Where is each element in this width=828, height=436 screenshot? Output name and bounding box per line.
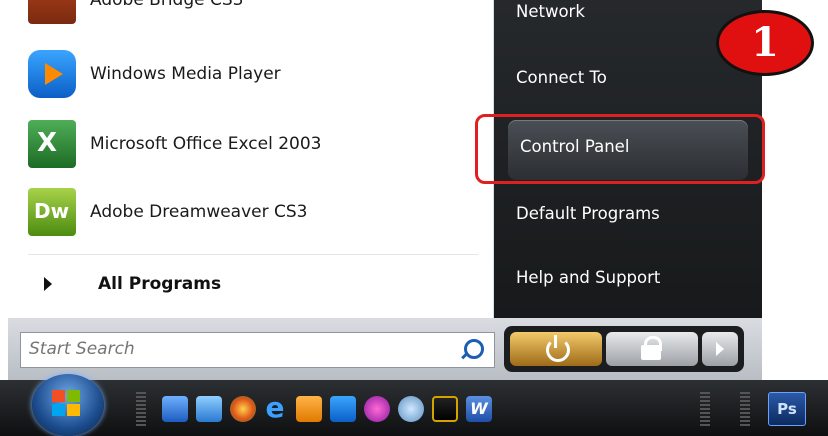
lock-icon <box>641 345 661 360</box>
all-programs-label: All Programs <box>98 274 222 294</box>
switch-windows-icon[interactable] <box>196 396 222 422</box>
search-icon[interactable] <box>464 339 484 359</box>
clock-app-icon[interactable] <box>296 396 322 422</box>
firefox-icon[interactable] <box>230 396 256 422</box>
power-icon <box>546 338 570 362</box>
taskbar-grip[interactable] <box>700 392 710 426</box>
adobe-bridge-icon <box>28 0 76 24</box>
start-orb-button[interactable] <box>32 374 104 436</box>
start-search-box[interactable] <box>20 332 495 368</box>
program-label: Adobe Bridge CS3 <box>90 0 244 10</box>
internet-explorer-icon[interactable]: e <box>262 394 288 422</box>
step-number-badge: 1 <box>716 10 814 76</box>
lock-button[interactable] <box>606 332 698 366</box>
program-label: Microsoft Office Excel 2003 <box>90 134 322 154</box>
menu-item-default-programs[interactable]: Default Programs <box>516 204 660 223</box>
show-desktop-icon[interactable] <box>162 396 188 422</box>
power-button[interactable] <box>510 332 602 366</box>
media-player-taskbar-icon[interactable] <box>330 396 356 422</box>
highlight-box <box>475 114 765 184</box>
dreamweaver-icon: Dw <box>28 188 76 236</box>
media-app-icon[interactable] <box>432 396 458 422</box>
excel-icon-glyph: X <box>37 128 58 158</box>
menu-item-network[interactable]: Network <box>516 2 585 21</box>
program-item-windows-media-player[interactable]: Windows Media Player <box>28 44 281 104</box>
program-label: Adobe Dreamweaver CS3 <box>90 202 308 222</box>
power-icon-stem <box>554 335 557 348</box>
taskbar-grip[interactable] <box>136 392 146 426</box>
headphones-app-icon[interactable] <box>364 396 390 422</box>
excel-icon: X <box>28 120 76 168</box>
windows-media-player-icon <box>28 50 76 98</box>
word-icon[interactable]: W <box>466 396 492 422</box>
network-app-icon[interactable] <box>398 396 424 422</box>
windows-logo-icon <box>52 390 82 418</box>
screenshot: Adobe Bridge CS3 Windows Media Player X … <box>0 0 828 436</box>
program-item-adobe-bridge[interactable]: Adobe Bridge CS3 <box>28 0 243 30</box>
menu-item-help-support[interactable]: Help and Support <box>516 268 660 287</box>
program-label: Windows Media Player <box>90 64 281 84</box>
shutdown-options-button[interactable] <box>702 332 738 366</box>
photoshop-taskbar-button[interactable]: Ps <box>768 392 806 426</box>
divider <box>28 254 478 255</box>
search-input[interactable] <box>21 333 457 365</box>
all-programs-item[interactable]: All Programs <box>28 264 221 304</box>
program-item-dreamweaver[interactable]: Dw Adobe Dreamweaver CS3 <box>28 182 308 242</box>
program-item-excel[interactable]: X Microsoft Office Excel 2003 <box>28 114 322 174</box>
dreamweaver-icon-text: Dw <box>34 199 70 223</box>
taskbar-grip[interactable] <box>740 392 750 426</box>
arrow-right-icon <box>44 277 52 291</box>
menu-item-connect-to[interactable]: Connect To <box>516 68 607 87</box>
